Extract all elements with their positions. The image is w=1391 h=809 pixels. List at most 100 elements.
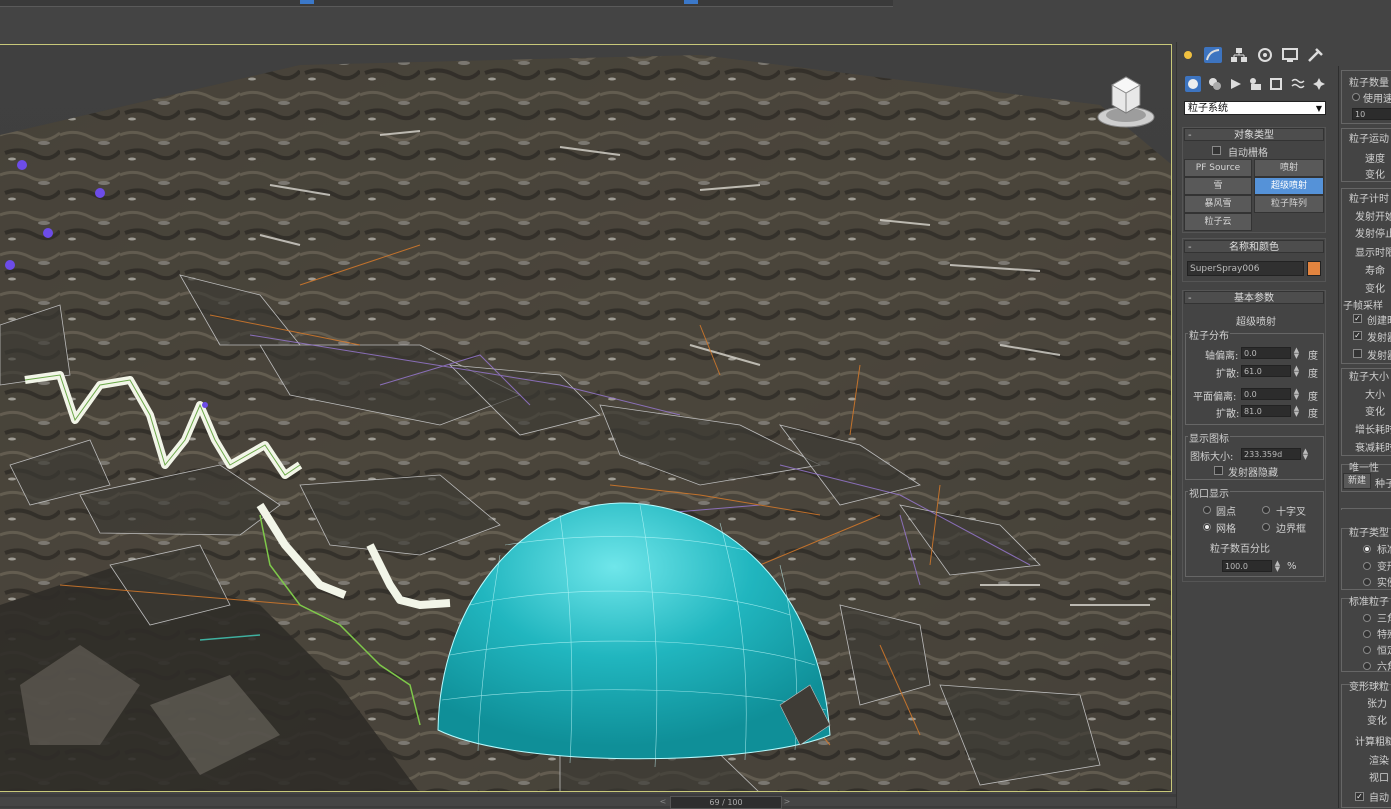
p2-label: 张力 [1367,699,1387,710]
superspray-subtitle: 超级喷射 [1236,317,1276,328]
rollout-divider [1341,508,1391,510]
object-type-title[interactable]: - 对象类型 [1184,128,1324,141]
p2-label: 变化 [1365,284,1385,295]
p2-label: 标准粒子 [1349,597,1389,608]
bbox-radio[interactable] [1262,523,1270,531]
space-warps-icon[interactable] [1290,76,1306,92]
pf-source-button[interactable]: PF Source [1184,159,1252,177]
hexagon-radio[interactable] [1363,662,1371,670]
spread-spinner[interactable]: ▲ ▼ [1293,365,1300,378]
spread-field[interactable]: 61.0 [1241,365,1291,377]
blizzard-button[interactable]: 暴风雪 [1184,195,1252,213]
autogrid-checkbox[interactable] [1212,146,1221,155]
p2-label: 种子 [1375,479,1391,490]
percent-spinner[interactable]: ▲ ▼ [1274,560,1281,573]
p2-label: 粒子大小 [1349,372,1389,383]
basic-params-title-label: 基本参数 [1234,293,1274,304]
p2-label: 创建时 [1367,316,1391,327]
percent-label: 粒子数百分比 [1210,544,1270,555]
plane-spread-field[interactable]: 81.0 [1241,405,1291,417]
dots-radio[interactable] [1203,506,1211,514]
p2-label: 粒子数量 [1349,78,1389,89]
new-seed-button[interactable]: 新建 [1343,473,1371,489]
p2-label: 粒子运动 [1349,134,1389,145]
snow-button[interactable]: 雪 [1184,177,1252,195]
p2-label: 使用速 [1363,94,1391,105]
icon-size-field[interactable]: 233.359d [1241,448,1301,460]
perspective-viewport[interactable] [0,44,1172,792]
plane-offset-spinner[interactable]: ▲ ▼ [1293,388,1300,401]
use-rate-radio[interactable] [1352,93,1360,101]
secondary-panel: 粒子数量 使用速 10 粒子运动 速度 变化 粒子计时 发射开始 发射停止 显示… [1338,66,1391,808]
metaparticles-radio[interactable] [1363,562,1371,570]
motion-tab-icon[interactable] [1256,47,1274,63]
p2-label: 渲染 [1369,756,1389,767]
p2-label: 视口 [1369,773,1389,784]
mesh-radio[interactable] [1203,523,1211,531]
percent-field[interactable]: 100.0 [1222,560,1272,572]
superspray-button[interactable]: 超级喷射 [1254,177,1324,195]
standard-particles-radio[interactable] [1363,545,1371,553]
time-slider-thumb[interactable]: 69 / 100 [670,796,782,809]
p2-label: 变形 [1377,562,1391,573]
cameras-icon[interactable] [1248,76,1264,92]
name-color-title[interactable]: - 名称和颜色 [1184,240,1324,253]
plane-spread-spinner[interactable]: ▲ ▼ [1293,405,1300,418]
geometry-icon[interactable] [1185,76,1201,92]
constant-radio[interactable] [1363,646,1371,654]
p2-label: 变化 [1367,716,1387,727]
degree-unit-label: 度 [1308,351,1318,362]
category-dropdown[interactable]: 粒子系统 ▼ [1184,101,1326,115]
hierarchy-tab-icon[interactable] [1230,47,1248,63]
p2-label: 实例 [1377,578,1391,589]
axis-offset-spinner[interactable]: ▲ ▼ [1293,347,1300,360]
p2-label: 子帧采样 [1343,301,1383,312]
utilities-tab-icon[interactable] [1306,47,1324,63]
create-tab-icon[interactable] [1180,47,1198,63]
ticks-radio[interactable] [1262,506,1270,514]
object-color-swatch[interactable] [1307,261,1321,276]
modify-tab-icon[interactable] [1204,47,1222,63]
auto-coarseness-checkbox[interactable]: ✓ [1355,792,1364,801]
object-type-title-label: 对象类型 [1234,130,1274,141]
track-bar[interactable] [0,0,893,7]
p2-label: 六角 [1377,662,1391,673]
emitter-translate-checkbox[interactable]: ✓ [1353,331,1362,340]
p2-label: 恒定 [1377,646,1391,657]
systems-icon[interactable] [1311,76,1327,92]
collapse-icon: - [1188,130,1192,141]
emitter-hidden-checkbox[interactable] [1214,466,1223,475]
shapes-icon[interactable] [1207,76,1223,92]
object-name-field[interactable]: SuperSpray006 [1187,261,1304,276]
bbox-radio-label: 边界框 [1276,524,1306,535]
pcloud-button[interactable]: 粒子云 [1184,213,1252,231]
display-tab-icon[interactable] [1281,47,1299,63]
time-slider-track[interactable] [0,797,1176,806]
plane-offset-field[interactable]: 0.0 [1241,388,1291,400]
prev-frame-button[interactable]: < [658,796,668,807]
next-frame-button[interactable]: > [782,796,792,807]
parray-button[interactable]: 粒子阵列 [1254,195,1324,213]
p2-label: 寿命 [1365,266,1385,277]
basic-params-title[interactable]: - 基本参数 [1184,291,1324,304]
percent-unit-label: % [1287,561,1297,572]
track-key-marker [300,0,314,4]
p2-label: 发射器 [1367,333,1391,344]
helpers-icon[interactable] [1268,76,1284,92]
spray-button[interactable]: 喷射 [1254,159,1324,177]
lights-icon[interactable] [1228,76,1244,92]
ticks-radio-label: 十字叉 [1276,507,1306,518]
instanced-radio[interactable] [1363,578,1371,586]
dots-radio-label: 圆点 [1216,507,1236,518]
special-radio[interactable] [1363,630,1371,638]
p2-label: 显示时限 [1355,248,1391,259]
axis-offset-field[interactable]: 0.0 [1241,347,1291,359]
triangle-radio[interactable] [1363,614,1371,622]
mesh-radio-label: 网格 [1216,524,1236,535]
p2-label: 粒子计时 [1349,194,1389,205]
emitter-rotate-checkbox[interactable] [1353,349,1362,358]
create-time-checkbox[interactable]: ✓ [1353,314,1362,323]
rate-field[interactable]: 10 [1352,108,1391,120]
icon-size-spinner[interactable]: ▲ ▼ [1302,448,1309,461]
p2-label: 衰减耗时 [1355,443,1391,454]
